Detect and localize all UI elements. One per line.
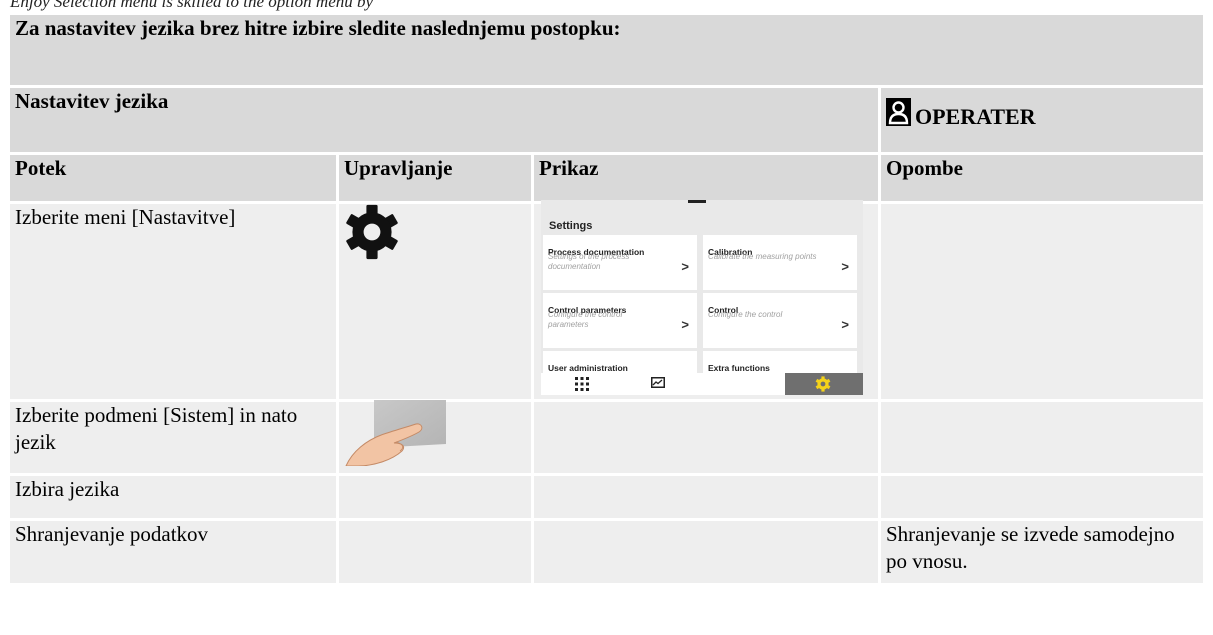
handle-bar [688,200,706,203]
chevron-right-icon: > [841,317,849,332]
procedure-table: Za nastavitev jezika brez hitre izbire s… [7,12,1206,586]
card-calibration[interactable]: Calibration Calibrate the measuring poin… [703,235,857,290]
row-step: Izbira jezika [10,476,336,518]
table-row: Izbira jezika [10,476,1203,518]
user-icon [886,98,911,126]
card-desc: Calibrate the measuring points [708,252,817,261]
chevron-right-icon: > [841,259,849,274]
table-title: Za nastavitev jezika brez hitre izbire s… [10,15,1203,85]
row-control [339,521,531,583]
column-header-potek: Potek [10,155,336,201]
card-control[interactable]: Control Configure the control > [703,293,857,348]
role-cell: OPERATER [881,88,1203,152]
row-display [534,476,878,518]
finger-tap-icon [345,400,446,467]
grid-icon[interactable] [574,376,590,392]
settings-nav-button[interactable] [785,373,863,395]
row-step: Shranjevanje podatkov [10,521,336,583]
row-display [534,521,878,583]
chevron-right-icon: > [681,259,689,274]
row-control [339,204,531,399]
settings-screenshot: Settings Process documentation Settings … [541,200,863,395]
card-desc: Configure the control [708,310,783,319]
chevron-right-icon: > [681,317,689,332]
column-header-opombe: Opombe [881,155,1203,201]
row-notes [881,476,1203,518]
card-process-documentation[interactable]: Process documentation Settings of the pr… [543,235,697,290]
row-display: Settings Process documentation Settings … [534,200,878,399]
table-row: Shranjevanje podatkov Shranjevanje se iz… [10,521,1203,583]
section-label: Nastavitev jezika [10,88,878,152]
card-control-parameters[interactable]: Control parameters Configure the control… [543,293,697,348]
card-user-administration[interactable]: User administration [543,351,697,373]
card-extra-functions[interactable]: Extra functions [703,351,857,373]
row-display [534,402,878,473]
table-row: Izberite podmeni [Sistem] in nato jezik [10,400,1203,473]
row-control [339,400,531,473]
gear-icon [346,204,398,260]
row-step: Izberite podmeni [Sistem] in nato jezik [10,402,336,473]
row-control [339,476,531,518]
card-desc: Configure the control parameters [548,310,623,329]
row-notes: Shranjevanje se izvede samodejno po vnos… [881,521,1203,583]
bottom-nav-bar [541,373,863,395]
column-header-upravljanje: Upravljanje [339,155,531,201]
role-label: OPERATER [915,104,1036,129]
row-step: Izberite meni [Nastavitve] [10,204,336,399]
row-notes [881,204,1203,399]
table-row: Izberite meni [Nastavitve] Settings Proc… [10,200,1203,399]
column-header-prikaz: Prikaz [534,155,878,201]
row-notes [881,402,1203,473]
previous-page-text: Enjoy Selection menu is skilled to the o… [10,0,374,11]
gear-icon [815,376,831,392]
card-desc: Settings of the process documentation [548,252,630,271]
chart-icon[interactable] [651,377,665,388]
